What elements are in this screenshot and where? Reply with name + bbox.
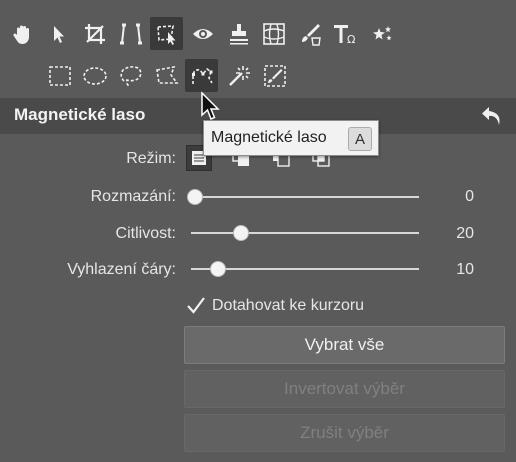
slider-track[interactable] bbox=[191, 196, 419, 198]
brush-bucket-icon[interactable] bbox=[295, 19, 325, 49]
hand-tool-icon[interactable] bbox=[8, 19, 38, 49]
grid-warp-icon[interactable] bbox=[259, 19, 289, 49]
slider-label: Citlivost: bbox=[115, 225, 176, 242]
slider-thumb[interactable] bbox=[187, 189, 203, 205]
snap-to-cursor-checkbox[interactable] bbox=[186, 296, 206, 316]
tooltip: Magnetické laso A bbox=[203, 120, 379, 156]
polygon-lasso-icon[interactable] bbox=[152, 61, 182, 91]
slider-value: 20 bbox=[456, 225, 474, 242]
slider-value: 0 bbox=[465, 188, 474, 205]
crop-icon[interactable] bbox=[80, 19, 110, 49]
svg-text:Ω: Ω bbox=[347, 33, 355, 46]
clone-stamp-icon[interactable] bbox=[224, 19, 254, 49]
invert-selection-button[interactable]: Invertovat výběr bbox=[184, 370, 505, 408]
mouse-cursor-icon bbox=[200, 91, 222, 123]
slider-track[interactable] bbox=[191, 232, 419, 234]
mode-label: Režim: bbox=[126, 150, 176, 167]
arrow-select-icon[interactable] bbox=[44, 19, 74, 49]
mask-brush-icon[interactable] bbox=[260, 61, 290, 91]
effects-stars-icon[interactable] bbox=[368, 19, 398, 49]
tooltip-text: Magnetické laso bbox=[211, 129, 327, 146]
select-all-button[interactable]: Vybrat vše bbox=[184, 326, 505, 364]
rect-select-icon[interactable] bbox=[45, 61, 75, 91]
clear-selection-button[interactable]: Zrušit výběr bbox=[184, 414, 505, 452]
tooltip-shortcut-key: A bbox=[348, 127, 372, 151]
slider-thumb[interactable] bbox=[209, 261, 226, 277]
lasso-icon[interactable] bbox=[116, 61, 146, 91]
reset-icon[interactable] bbox=[480, 104, 504, 128]
snap-to-cursor-label[interactable]: Dotahovat ke kurzoru bbox=[212, 297, 364, 315]
panel-title: Magnetické laso bbox=[14, 105, 146, 124]
text-tool-icon[interactable]: Ω bbox=[331, 19, 361, 49]
magnetic-lasso-icon[interactable] bbox=[185, 59, 218, 92]
slider-value: 10 bbox=[456, 261, 474, 278]
eye-icon[interactable] bbox=[188, 19, 218, 49]
ellipse-select-icon[interactable] bbox=[80, 61, 110, 91]
perspective-icon[interactable] bbox=[116, 19, 146, 49]
slider-label: Rozmazání: bbox=[90, 188, 176, 205]
slider-label: Vyhlazení čáry: bbox=[67, 261, 176, 278]
selection-tool-icon[interactable] bbox=[150, 17, 183, 50]
slider-thumb[interactable] bbox=[232, 225, 249, 241]
magic-wand-icon[interactable] bbox=[224, 61, 254, 91]
